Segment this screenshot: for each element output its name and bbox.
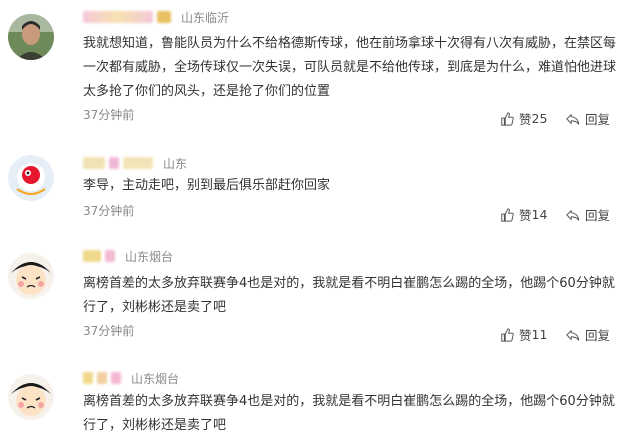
comment-item: 山东临沂 我就想知道，鲁能队员为什么不给格德斯传球，他在前场拿球十次得有八次有威… <box>0 0 640 140</box>
reply-button[interactable]: 回复 <box>566 109 610 128</box>
like-label: 赞 <box>519 112 532 127</box>
comment-item: 山东 李导，主动走吧，别到最后俱乐部赶你回家 37分钟前 赞 14 回复 <box>0 140 640 235</box>
cartoon-avatar-icon <box>8 374 54 420</box>
thumbs-up-icon <box>501 111 514 126</box>
comment-header: 山东烟台 <box>83 369 179 387</box>
user-avatar[interactable] <box>8 14 54 60</box>
reply-arrow-icon <box>566 209 580 221</box>
like-label: 赞 <box>519 208 532 223</box>
like-count: 11 <box>531 327 548 342</box>
cartoon-avatar-icon <box>8 253 54 299</box>
user-location: 山东 <box>163 156 188 171</box>
blurred-username[interactable] <box>83 157 105 169</box>
reply-arrow-icon <box>566 113 580 125</box>
user-avatar[interactable] <box>8 253 54 299</box>
comment-time: 37分钟前 <box>83 108 135 122</box>
reply-button[interactable]: 回复 <box>566 325 610 344</box>
blurred-username-part <box>111 372 121 384</box>
comment-header: 山东临沂 <box>83 8 229 26</box>
reply-label: 回复 <box>585 112 611 127</box>
reply-label: 回复 <box>585 328 611 343</box>
user-location: 山东烟台 <box>125 249 174 264</box>
blurred-username[interactable] <box>83 250 101 262</box>
comment-text: 李导，主动走吧，别到最后俱乐部赶你回家 <box>83 178 331 193</box>
blurred-badge <box>157 11 171 23</box>
like-count: 25 <box>531 111 548 126</box>
comment-time: 37分钟前 <box>83 324 135 338</box>
reply-button[interactable]: 回复 <box>566 205 610 224</box>
blurred-username-part <box>105 250 115 262</box>
blurred-username-part <box>97 372 107 384</box>
comment-time: 37分钟前 <box>83 204 135 218</box>
user-location: 山东临沂 <box>181 10 230 25</box>
comment-text: 我就想知道，鲁能队员为什么不给格德斯传球，他在前场拿球十次得有八次有威胁，在禁区… <box>83 36 617 99</box>
comment-item: 山东烟台 离榜首差的太多放弃联赛争4也是对的，我就是看不明白崔鹏怎么踢的全场，他… <box>0 360 640 440</box>
comment-item: 山东烟台 离榜首差的太多放弃联赛争4也是对的，我就是看不明白崔鹏怎么踢的全场，他… <box>0 235 640 360</box>
like-count: 14 <box>531 207 548 222</box>
comment-header: 山东 <box>83 154 187 172</box>
user-avatar[interactable] <box>8 155 54 201</box>
avatar-photo-icon <box>8 14 54 60</box>
blurred-username[interactable] <box>83 11 153 23</box>
comment-text: 离榜首差的太多放弃联赛争4也是对的，我就是看不明白崔鹏怎么踢的全场，他踢个60分… <box>83 276 615 315</box>
like-button[interactable]: 赞 25 <box>500 109 547 128</box>
thumbs-up-icon <box>501 207 514 222</box>
blurred-username-part <box>109 157 119 169</box>
blurred-username[interactable] <box>83 372 93 384</box>
blurred-username-part <box>123 157 153 169</box>
reply-label: 回复 <box>585 208 611 223</box>
user-avatar[interactable] <box>8 374 54 420</box>
weibo-default-avatar-icon <box>8 155 54 201</box>
like-label: 赞 <box>519 328 532 343</box>
user-location: 山东烟台 <box>131 371 180 386</box>
thumbs-up-icon <box>501 327 514 342</box>
reply-arrow-icon <box>566 329 580 341</box>
comment-header: 山东烟台 <box>83 247 173 265</box>
comment-text: 离榜首差的太多放弃联赛争4也是对的，我就是看不明白崔鹏怎么踢的全场，他踢个60分… <box>83 394 615 433</box>
like-button[interactable]: 赞 11 <box>500 325 547 344</box>
like-button[interactable]: 赞 14 <box>500 205 547 224</box>
